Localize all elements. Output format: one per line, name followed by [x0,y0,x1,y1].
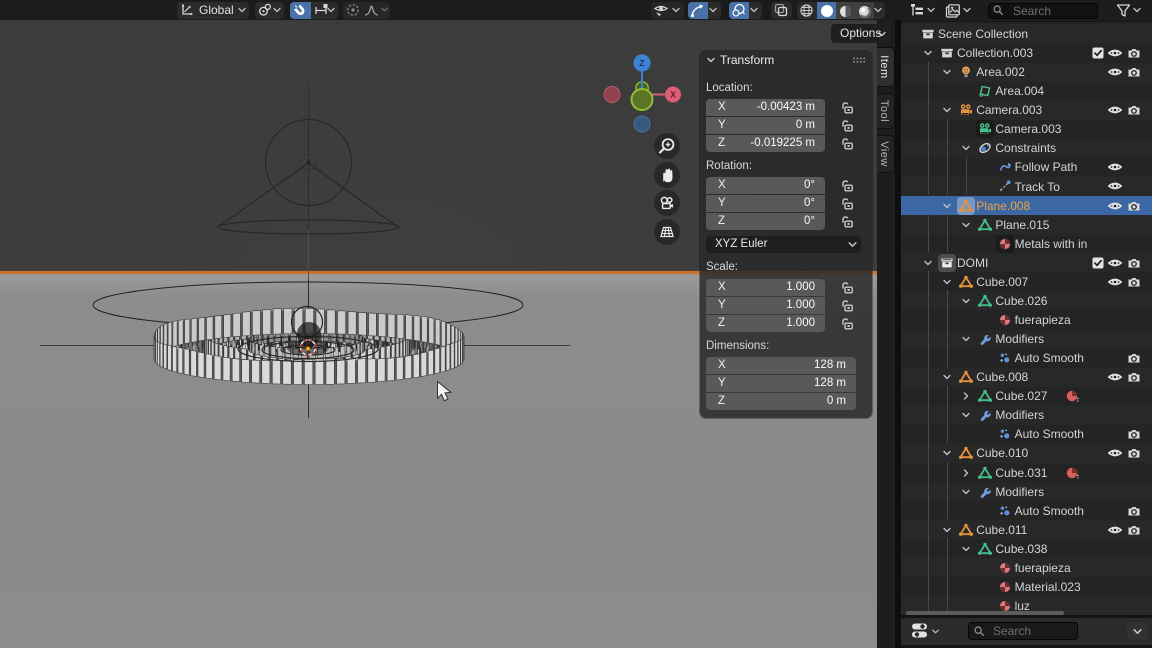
svg-text:X: X [670,91,676,100]
svg-text:Z: Z [639,58,644,68]
